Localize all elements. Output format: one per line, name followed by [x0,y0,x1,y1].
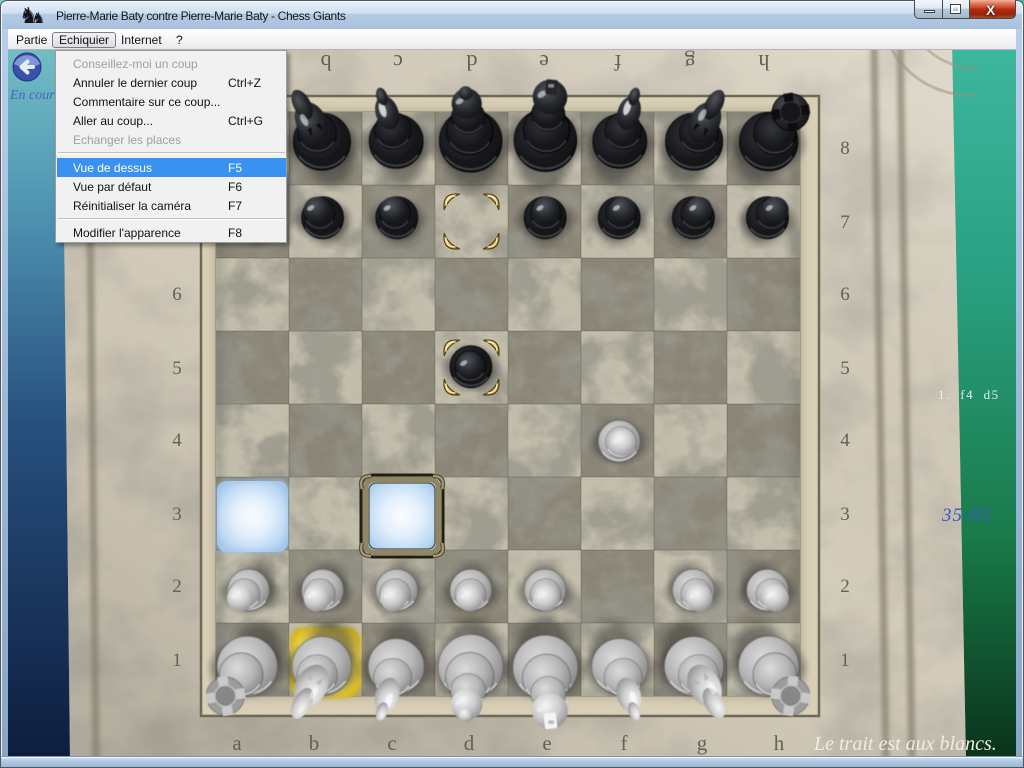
svg-text:5: 5 [172,358,182,379]
svg-text:4: 4 [172,430,182,451]
svg-text:3: 3 [172,504,182,525]
svg-text:f: f [614,50,622,75]
svg-text:b: b [309,731,320,755]
svg-text:e: e [539,50,549,75]
svg-text:2: 2 [840,576,850,597]
svg-text:f: f [621,731,628,755]
svg-text:c: c [387,731,396,755]
svg-text:Le trait est aux blancs.: Le trait est aux blancs. [813,733,997,755]
svg-text:a: a [232,731,242,755]
svg-text:8: 8 [840,138,850,159]
svg-text:5: 5 [840,358,850,379]
svg-text:7: 7 [840,212,850,233]
svg-text:1. f4 d5: 1. f4 d5 [938,387,1000,402]
svg-text:4: 4 [840,430,850,451]
svg-text:g: g [697,731,708,755]
svg-text:h: h [759,50,770,75]
svg-text:d: d [464,731,475,755]
svg-text:g: g [685,50,696,75]
svg-text:6: 6 [840,284,850,305]
svg-text:2: 2 [172,576,182,597]
svg-text:1: 1 [172,650,182,671]
svg-text:35:05: 35:05 [941,505,991,526]
svg-text:e: e [542,731,551,755]
svg-text:1: 1 [840,650,850,671]
svg-text:d: d [467,50,478,75]
svg-text:6: 6 [172,284,182,305]
svg-text:3: 3 [840,504,850,525]
svg-text:c: c [393,50,403,75]
svg-text:h: h [774,731,785,755]
svg-text:b: b [321,50,332,75]
